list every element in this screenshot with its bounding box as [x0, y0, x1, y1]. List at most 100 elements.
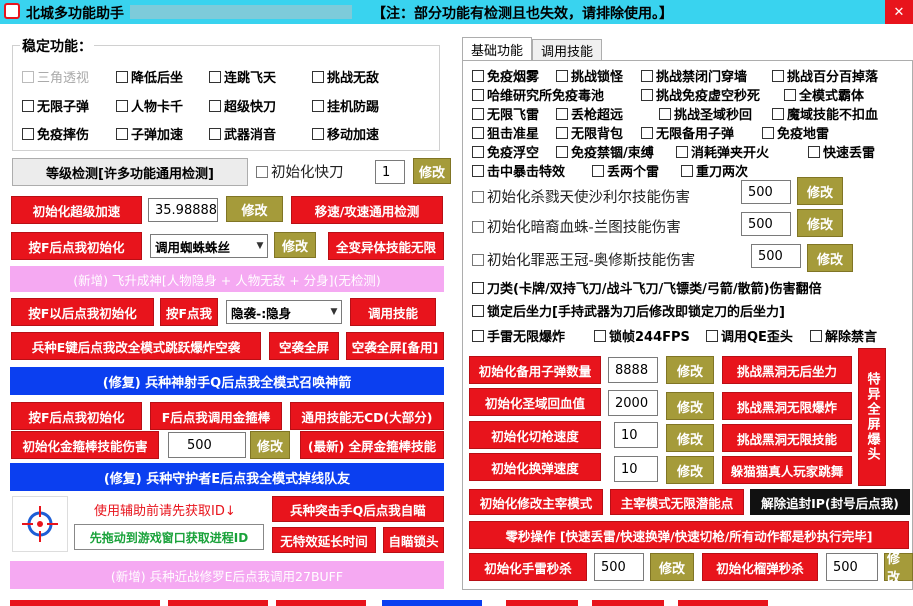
launcher-kill-modify-button[interactable]: 修改: [884, 552, 913, 586]
init-launcher-kill-button[interactable]: 初始化榴弹秒杀: [702, 553, 818, 581]
bottom-red-2[interactable]: [168, 600, 268, 606]
tab-call-skill[interactable]: 调用技能: [532, 39, 602, 61]
all-alien-skill-button[interactable]: 全变异体技能无限: [328, 232, 444, 260]
cb-challenge-invincible[interactable]: 挑战无敌: [312, 67, 379, 86]
knife-modify-button[interactable]: 修改: [413, 158, 451, 184]
init-switch-speed-button[interactable]: 初始化换弹速度: [469, 453, 601, 481]
pid-field[interactable]: 先拖动到游戏窗口获取进程ID: [74, 524, 264, 550]
call-skill-button[interactable]: 调用技能: [350, 298, 436, 326]
cb-heavy-knife-twice[interactable]: 重刀两次: [681, 161, 748, 180]
close-button[interactable]: ✕: [885, 0, 913, 24]
cb-throw-gun-far[interactable]: 丢枪超远: [556, 104, 623, 123]
init-master-mode-button[interactable]: 初始化修改主宰模式: [469, 489, 603, 515]
blackhole-explode-button[interactable]: 挑战黑洞无限爆炸: [722, 392, 852, 420]
cb-super-armor[interactable]: 全模式霸体: [784, 85, 864, 104]
heal-value-input[interactable]: 2000: [608, 390, 658, 416]
init-heal-button[interactable]: 初始化圣域回血值: [469, 388, 601, 416]
init-gold-damage-button[interactable]: 初始化金箍棒技能伤害: [11, 431, 159, 459]
f-call-gold-button[interactable]: F后点我调用金箍棒: [150, 402, 282, 430]
cb-wall-through[interactable]: 挑战禁闭门穿墙: [641, 66, 747, 85]
cb-init-shakur[interactable]: 初始化杀戮天使沙利尔技能伤害: [472, 186, 690, 207]
bottom-red-3[interactable]: [276, 600, 366, 606]
airstrike-fullscreen-button[interactable]: 空袭全屏: [269, 332, 339, 360]
init-super-speed-button[interactable]: 初始化超级加速: [11, 196, 142, 224]
skill-no-cd-button[interactable]: 通用技能无CD(大部分): [290, 402, 444, 430]
cb-unban-chat[interactable]: 解除禁言: [810, 326, 877, 345]
zero-sec-operation-button[interactable]: 零秒操作 [快速丢雷/快速换弹/快速切枪/所有动作都是秒执行完毕]: [469, 521, 909, 549]
bottom-red-5[interactable]: [592, 600, 664, 606]
gold-modify-button[interactable]: 修改: [250, 431, 290, 459]
osiris-damage-input[interactable]: 500: [751, 244, 801, 268]
spider-modify-button[interactable]: 修改: [274, 232, 316, 258]
knife-value-input[interactable]: 1: [375, 160, 405, 184]
backup-ammo-modify-button[interactable]: 修改: [666, 356, 714, 384]
switch-speed-modify-button[interactable]: 修改: [666, 456, 714, 484]
knife-speed-input[interactable]: 10: [614, 422, 658, 448]
backup-ammo-input[interactable]: 8888: [608, 357, 658, 383]
lantu-modify-button[interactable]: 修改: [797, 209, 843, 237]
cb-lock-monster[interactable]: 挑战锁怪: [556, 66, 623, 85]
press-f-click-button[interactable]: 按F点我: [160, 298, 218, 326]
cb-anti-afk-kick[interactable]: 挂机防踢: [312, 96, 379, 115]
bottom-red-4[interactable]: [506, 600, 578, 606]
cb-void-immune[interactable]: 挑战免疫虚空秒死: [641, 85, 760, 104]
latest-gold-fullscreen-button[interactable]: (最新) 全屏金箍棒技能: [300, 431, 444, 459]
special-fullscreen-headshot-button[interactable]: 特异全屏爆头: [858, 348, 886, 486]
cat-real-dance-button[interactable]: 躲猫猫真人玩家跳舞: [722, 456, 852, 484]
aim-lock-head-button[interactable]: 自瞄锁头: [383, 527, 444, 553]
stealth-select[interactable]: 隐袭-:隐身 ▼: [226, 300, 342, 324]
cb-no-fall-damage[interactable]: 免疫摔伤: [22, 124, 89, 143]
move-attack-check-button[interactable]: 移速/攻速通用检测: [291, 196, 443, 224]
new-melee-buff-button[interactable]: (新增) 兵种近战修罗E后点我调用27BUFF: [10, 561, 444, 589]
cb-lock-fps[interactable]: 锁帧244FPS: [594, 326, 690, 345]
init-knife-speed-button[interactable]: 初始化切枪速度: [469, 421, 601, 449]
init-backup-ammo-button[interactable]: 初始化备用子弹数量: [469, 356, 601, 384]
speed-modify-button[interactable]: 修改: [226, 196, 283, 222]
cb-bullet-speed[interactable]: 子弹加速: [116, 124, 183, 143]
cb-no-smoke[interactable]: 免疫烟雾: [472, 66, 539, 85]
blackhole-no-recoil-button[interactable]: 挑战黑洞无后坐力: [722, 356, 852, 384]
level-check-button[interactable]: 等级检测[许多功能通用检测]: [12, 158, 248, 186]
cb-super-knife[interactable]: 超级快刀: [209, 96, 276, 115]
cb-weapon-silencer[interactable]: 武器消音: [209, 124, 276, 143]
new-fly-god-button[interactable]: (新增) 飞升成神[人物隐身 + 人物无敌 + 分身](无检测): [10, 266, 444, 292]
cb-triangle-esp[interactable]: 三角透视: [22, 67, 89, 86]
cb-crit-effect[interactable]: 击中暴击特效: [472, 161, 565, 180]
cb-knife-damage-double[interactable]: 刀类(卡牌/双持飞刀/战斗飞刀/飞镖类/弓箭/散箭)伤害翻倍: [472, 278, 822, 297]
shakur-modify-button[interactable]: 修改: [797, 177, 843, 205]
cb-sanctuary-heal[interactable]: 挑战圣域秒回: [659, 104, 752, 123]
cb-100-drop[interactable]: 挑战百分百掉落: [772, 66, 878, 85]
heal-modify-button[interactable]: 修改: [666, 392, 714, 420]
cb-reduce-recoil[interactable]: 降低后坐: [116, 67, 183, 86]
cb-init-knife[interactable]: 初始化快刀: [256, 161, 344, 182]
fix-sniper-button[interactable]: (修复) 兵种神射手Q后点我全模式召唤神箭: [10, 367, 444, 395]
grenade-kill-modify-button[interactable]: 修改: [650, 553, 694, 581]
cb-two-grenades[interactable]: 丢两个雷: [592, 161, 659, 180]
press-f-init-2-button[interactable]: 按F后点我初始化: [11, 402, 142, 430]
switch-speed-input[interactable]: 10: [614, 456, 658, 482]
init-grenade-kill-button[interactable]: 初始化手雷秒杀: [469, 553, 587, 581]
cb-float-immune[interactable]: 免疫浮空: [472, 142, 539, 161]
cb-fast-grenade[interactable]: 快速丢雷: [808, 142, 875, 161]
knife-speed-modify-button[interactable]: 修改: [666, 424, 714, 452]
cb-jump-fly[interactable]: 连跳飞天: [209, 67, 276, 86]
cb-infinite-backup-ammo[interactable]: 无限备用子弹: [641, 123, 734, 142]
airstrike-fullscreen-backup-button[interactable]: 空袭全屏[备用]: [346, 332, 444, 360]
cb-poison-immune[interactable]: 哈维研究所免疫毒池: [472, 85, 604, 104]
blackhole-skill-button[interactable]: 挑战黑洞无限技能: [722, 424, 852, 452]
master-unlimited-button[interactable]: 主宰模式无限潜能点: [610, 489, 744, 515]
press-f-init-button[interactable]: 按F后点我初始化: [11, 232, 142, 260]
bottom-blue-1[interactable]: [382, 600, 482, 606]
cb-mine-immune[interactable]: 免疫地雷: [762, 123, 829, 142]
soldier-e-airstrike-button[interactable]: 兵种E键后点我改全模式跳跃爆炸空袭: [11, 332, 261, 360]
spider-select[interactable]: 调用蜘蛛蛛丝 ▼: [150, 234, 268, 258]
crosshair-drag-icon[interactable]: [12, 496, 68, 552]
tab-basic[interactable]: 基础功能: [462, 37, 532, 61]
cb-move-speed[interactable]: 移动加速: [312, 124, 379, 143]
osiris-modify-button[interactable]: 修改: [807, 244, 853, 272]
speed-value-input[interactable]: 35.98888: [148, 198, 218, 222]
cb-infinite-thunder[interactable]: 无限飞雷: [472, 104, 539, 123]
cb-character-stuck[interactable]: 人物卡千: [116, 96, 183, 115]
unblock-ip-button[interactable]: 解除追封IP(封号后点我): [750, 489, 910, 515]
cb-sniper-crosshair[interactable]: 狙击准星: [472, 123, 539, 142]
